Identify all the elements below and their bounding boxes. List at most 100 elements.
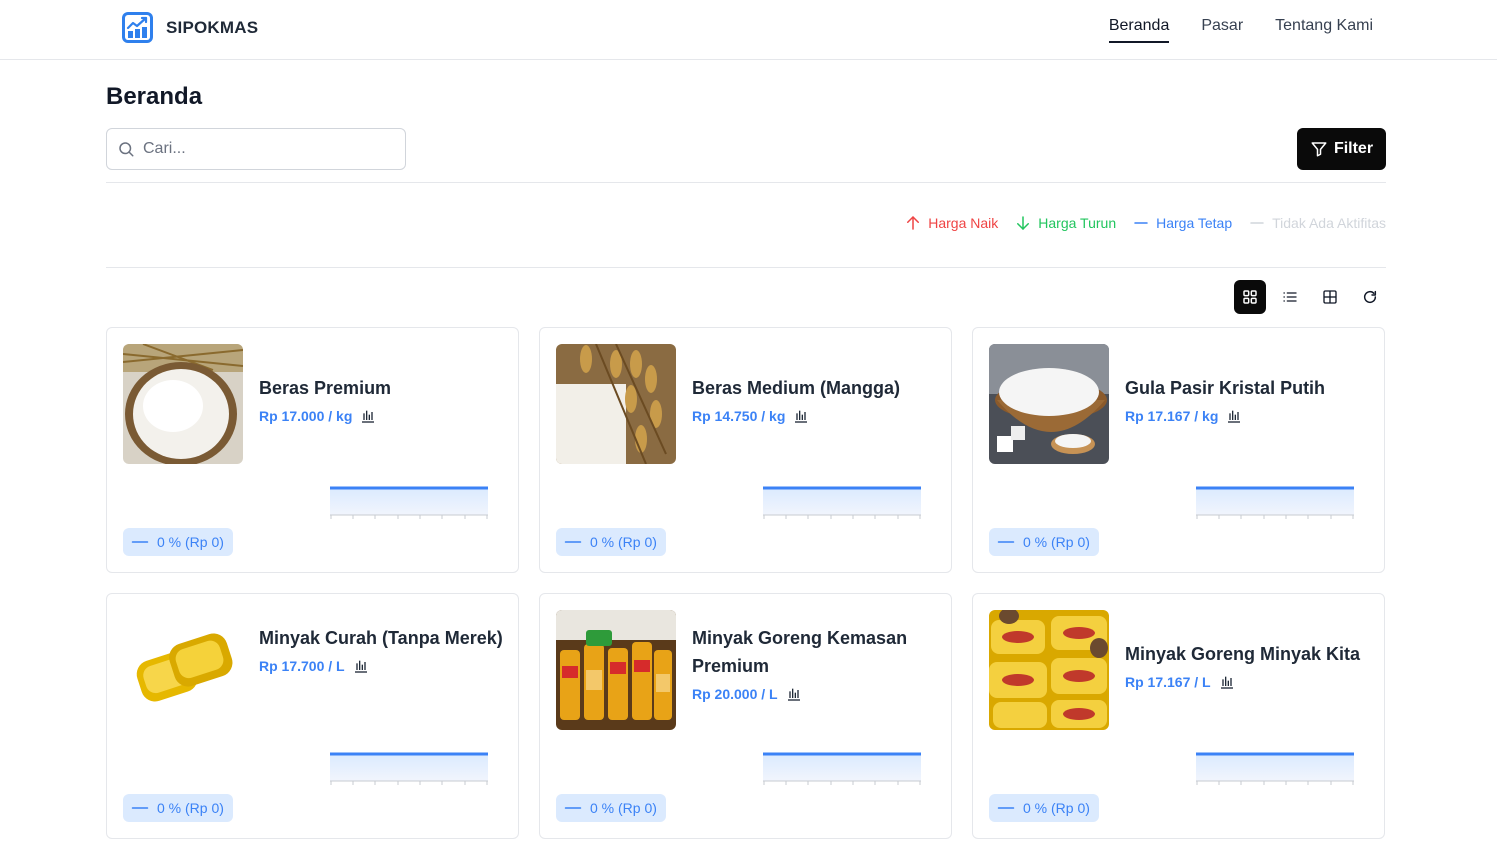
product-card-beras-premium[interactable]: Beras Premium Rp 17.000 / kg 0 % (Rp 0) [106, 327, 519, 573]
product-card-beras-medium[interactable]: Beras Medium (Mangga) Rp 14.750 / kg 0 %… [539, 327, 952, 573]
bar-chart-icon[interactable] [353, 658, 369, 674]
filter-icon [1311, 142, 1327, 157]
product-name: Beras Medium (Mangga) [692, 378, 901, 398]
bar-chart-icon[interactable] [793, 408, 809, 424]
legend-price-up: Harga Naik [904, 214, 998, 232]
refresh-icon [1363, 290, 1377, 304]
price-change-badge: 0 % (Rp 0) [989, 528, 1099, 556]
search-icon [119, 142, 134, 157]
bar-chart-icon[interactable] [1226, 408, 1242, 424]
price-trend-sparkline [1196, 752, 1354, 785]
app-logo-icon [122, 12, 153, 43]
nav-link-pasar[interactable]: Pasar [1201, 17, 1243, 43]
product-info: Beras Medium (Mangga) Rp 14.750 / kg [692, 374, 942, 424]
price-trend-sparkline [330, 752, 488, 785]
price-change-badge: 0 % (Rp 0) [989, 794, 1099, 822]
search-input[interactable] [143, 140, 383, 158]
brand[interactable]: SIPOKMAS [121, 11, 258, 44]
price-change-text: 0 % (Rp 0) [1023, 800, 1090, 816]
price-trend-sparkline [763, 752, 921, 785]
price-change-badge: 0 % (Rp 0) [123, 528, 233, 556]
product-info: Beras Premium Rp 17.000 / kg [259, 374, 509, 424]
minus-icon [131, 807, 149, 809]
price-change-badge: 0 % (Rp 0) [123, 794, 233, 822]
product-info: Minyak Goreng Kemasan Premium Rp 20.000 … [692, 624, 942, 702]
legend-down-label: Harga Turun [1038, 215, 1117, 231]
product-info: Minyak Goreng Minyak Kita Rp 17.167 / L [1125, 640, 1375, 690]
product-info: Gula Pasir Kristal Putih Rp 17.167 / kg [1125, 374, 1375, 424]
grid-view-button[interactable] [1234, 280, 1266, 314]
product-price: Rp 14.750 / kg [692, 408, 942, 424]
legend-no-activity: Tidak Ada Aktifitas [1248, 214, 1386, 232]
product-name: Minyak Curah (Tanpa Merek) [259, 628, 503, 648]
product-image-oil-bottles [556, 610, 676, 730]
minus-icon [997, 807, 1015, 809]
price-legend: Harga Naik Harga Turun Harga Tetap Tidak… [904, 214, 1386, 232]
minus-icon [564, 541, 582, 543]
legend-same-label: Harga Tetap [1156, 215, 1233, 231]
product-image-rice-bowl [123, 344, 243, 464]
minus-icon [1250, 222, 1264, 224]
table-view-icon [1323, 290, 1337, 304]
price-label[interactable]: Rp 17.000 / kg [259, 408, 352, 424]
arrow-up-icon [907, 216, 920, 230]
minus-icon [1134, 222, 1148, 224]
main-nav: Beranda Pasar Tentang Kami [1108, 17, 1373, 43]
grid-view-icon [1243, 290, 1257, 304]
product-name: Minyak Goreng Kemasan Premium [692, 628, 908, 676]
price-change-badge: 0 % (Rp 0) [556, 794, 666, 822]
refresh-button[interactable] [1354, 280, 1386, 314]
bar-chart-icon[interactable] [786, 686, 802, 702]
product-image-rice-grain [556, 344, 676, 464]
price-label[interactable]: Rp 17.167 / L [1125, 674, 1211, 690]
price-label[interactable]: Rp 17.167 / kg [1125, 408, 1218, 424]
legend-up-label: Harga Naik [928, 215, 999, 231]
product-price: Rp 17.167 / L [1125, 674, 1375, 690]
bar-chart-icon[interactable] [1219, 674, 1235, 690]
minus-icon [997, 541, 1015, 543]
arrow-down-icon [1017, 216, 1030, 230]
product-card-minyak-kita[interactable]: Minyak Goreng Minyak Kita Rp 17.167 / L … [972, 593, 1385, 839]
price-label[interactable]: Rp 14.750 / kg [692, 408, 785, 424]
top-navbar: SIPOKMAS Beranda Pasar Tentang Kami [0, 0, 1497, 60]
price-change-text: 0 % (Rp 0) [590, 534, 657, 550]
divider-top [106, 182, 1386, 183]
price-change-text: 0 % (Rp 0) [1023, 534, 1090, 550]
price-label[interactable]: Rp 17.700 / L [259, 658, 345, 674]
price-change-text: 0 % (Rp 0) [590, 800, 657, 816]
product-image-oil-pouch [123, 610, 243, 730]
product-card-minyak-kemasan-premium[interactable]: Minyak Goreng Kemasan Premium Rp 20.000 … [539, 593, 952, 839]
legend-none-label: Tidak Ada Aktifitas [1272, 215, 1386, 231]
product-card-minyak-curah[interactable]: Minyak Curah (Tanpa Merek) Rp 17.700 / L… [106, 593, 519, 839]
product-price: Rp 17.700 / L [259, 658, 509, 674]
list-view-button[interactable] [1274, 280, 1306, 314]
price-trend-sparkline [330, 486, 488, 519]
divider-bottom [106, 267, 1386, 268]
product-name: Beras Premium [259, 378, 392, 398]
product-image-sugar-bowl [989, 344, 1109, 464]
product-card-gula-pasir[interactable]: Gula Pasir Kristal Putih Rp 17.167 / kg … [972, 327, 1385, 573]
product-price: Rp 17.167 / kg [1125, 408, 1375, 424]
price-label[interactable]: Rp 20.000 / L [692, 686, 778, 702]
price-change-text: 0 % (Rp 0) [157, 800, 224, 816]
filter-label: Filter [1333, 140, 1374, 157]
product-image-minyakita-pouches [989, 610, 1109, 730]
minus-icon [564, 807, 582, 809]
price-change-text: 0 % (Rp 0) [157, 534, 224, 550]
price-change-badge: 0 % (Rp 0) [556, 528, 666, 556]
price-trend-sparkline [1196, 486, 1354, 519]
filter-button[interactable]: Filter [1297, 128, 1386, 170]
page-title: Beranda [106, 83, 203, 110]
nav-link-tentang-kami[interactable]: Tentang Kami [1275, 17, 1373, 43]
bar-chart-icon[interactable] [360, 408, 376, 424]
product-price: Rp 20.000 / L [692, 686, 942, 702]
minus-icon [131, 541, 149, 543]
list-view-icon [1283, 292, 1297, 302]
view-toolbar [1234, 280, 1386, 314]
nav-link-beranda[interactable]: Beranda [1108, 17, 1170, 43]
product-price: Rp 17.000 / kg [259, 408, 509, 424]
app-name: SIPOKMAS [166, 17, 259, 37]
table-view-button[interactable] [1314, 280, 1346, 314]
search-box [106, 128, 406, 170]
legend-price-down: Harga Turun [1014, 214, 1116, 232]
